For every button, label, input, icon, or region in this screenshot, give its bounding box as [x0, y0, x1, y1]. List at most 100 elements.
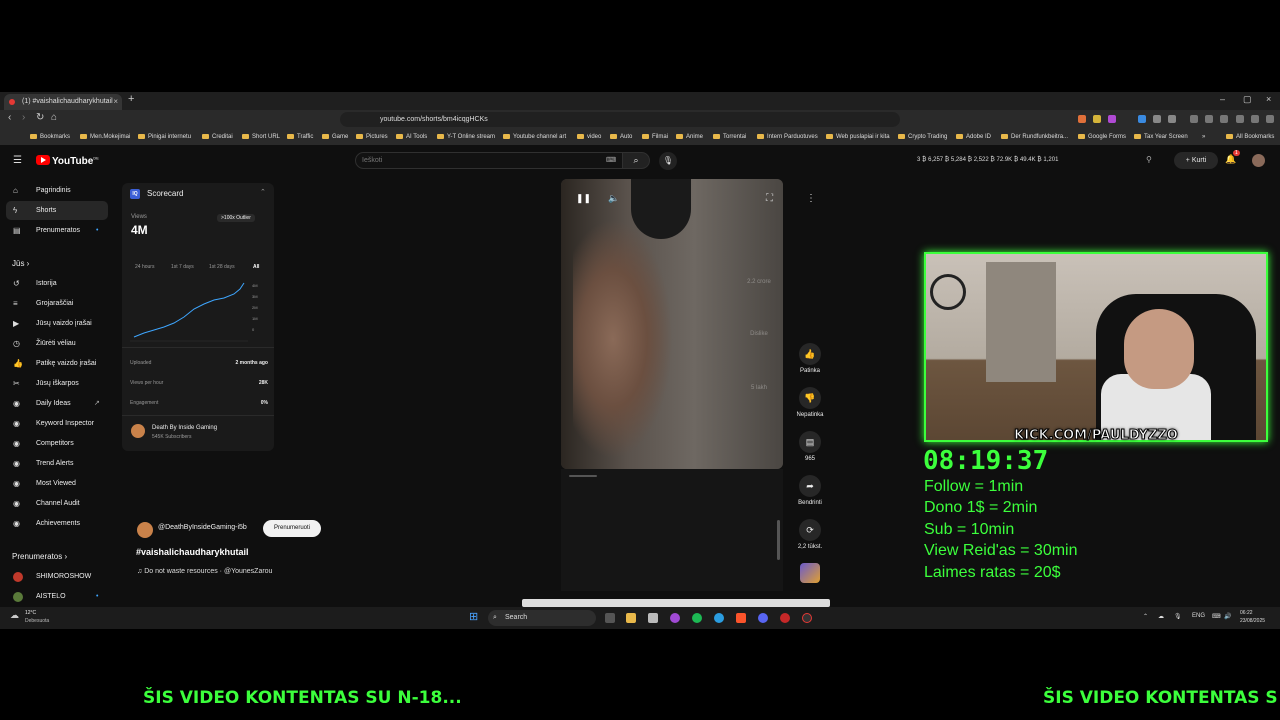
bookmark-item[interactable]: Bookmarks [30, 129, 70, 145]
bookmark-item[interactable]: Pinigai internetu [138, 129, 191, 145]
dislike-button[interactable]: 👎 Nepatinka [795, 387, 825, 418]
sidebar-sub-item[interactable]: SHIMOROSHOW [6, 567, 108, 586]
browser-tab[interactable]: (1) #vaishalichaudharykhutail × [4, 94, 122, 110]
bookmark-item[interactable]: Youtube channel art [503, 129, 566, 145]
channel-handle[interactable]: @DeathByInsideGaming-i5b [158, 524, 247, 531]
obs-icon[interactable] [802, 613, 812, 623]
remix-button[interactable]: ⟳ 2,2 tūkst. [795, 519, 825, 550]
bookmark-item[interactable]: Google Forms [1078, 129, 1126, 145]
bookmark-item[interactable]: Adobe ID [956, 129, 991, 145]
sound-thumbnail[interactable] [800, 563, 820, 583]
bookmark-item[interactable]: Torrentai [713, 129, 746, 145]
sidebar-item-channel-audit[interactable]: ◉ Channel Audit [6, 494, 108, 513]
sidebar-item-trend-alerts[interactable]: ◉ Trend Alerts [6, 454, 108, 473]
extension-icon[interactable] [1078, 115, 1086, 123]
volume-icon[interactable]: 🔊 [1224, 613, 1231, 620]
profile-icon[interactable] [1251, 115, 1259, 123]
range-all[interactable]: All [253, 264, 259, 270]
back-icon[interactable]: ‹ [8, 112, 11, 123]
scorecard-channel-name[interactable]: Death By Inside Gaming [152, 425, 217, 431]
sidebar-item-subscriptions[interactable]: ▤ Prenumeratos • [6, 221, 108, 240]
volume-icon[interactable]: 🔈 [608, 193, 619, 204]
fullscreen-icon[interactable]: ⛶ [766, 193, 773, 204]
all-bookmarks[interactable]: All Bookmarks [1226, 129, 1274, 145]
reload-icon[interactable]: ↻ [36, 112, 44, 123]
new-tab-button[interactable]: + [128, 93, 134, 105]
short-video-player[interactable]: ❚❚ 🔈 ⛶ 2.2 crore Dislike 5 lakh [561, 179, 783, 469]
forward-icon[interactable]: › [22, 112, 25, 123]
extension-icon[interactable] [1108, 115, 1116, 123]
bookmark-item[interactable]: Short URL [242, 129, 280, 145]
sidebar-item-watch-later[interactable]: ◷ Žiūrėti vėliau [6, 334, 108, 353]
extension-icon[interactable] [1153, 115, 1161, 123]
extension-icon[interactable] [1205, 115, 1213, 123]
range-7d[interactable]: 1st 7 days [171, 264, 194, 270]
channel-avatar[interactable] [137, 522, 153, 538]
store-icon[interactable] [648, 613, 658, 623]
bookmark-item[interactable]: Auto [610, 129, 632, 145]
bookmark-item[interactable]: Intern Parduotuves [757, 129, 818, 145]
extension-icon[interactable] [1220, 115, 1228, 123]
sidebar-item-most-viewed[interactable]: ◉ Most Viewed [6, 474, 108, 493]
sidebar-heading-you[interactable]: Jūs › [12, 259, 29, 268]
range-24h[interactable]: 24 hours [135, 264, 154, 270]
bookmark-item[interactable]: Anime [676, 129, 703, 145]
bookmark-item[interactable]: Creditai [202, 129, 233, 145]
bookmark-item[interactable]: Y-T Online stream [437, 129, 495, 145]
range-28d[interactable]: 1st 28 days [209, 264, 235, 270]
music-info[interactable]: ♫ Do not waste resources · @YounesZarou [137, 568, 272, 575]
bookmark-item[interactable]: Filmai [642, 129, 668, 145]
tray-overflow-icon[interactable]: ⌃ [1143, 613, 1148, 620]
extension-icon[interactable] [1138, 115, 1146, 123]
close-window-button[interactable]: × [1266, 94, 1271, 104]
minimize-button[interactable]: – [1220, 94, 1225, 104]
sidebar-item-competitors[interactable]: ◉ Competitors [6, 434, 108, 453]
create-button[interactable]: + Kurti [1174, 152, 1218, 169]
clock-time[interactable]: 06:22 [1240, 610, 1253, 616]
extension-icon[interactable] [1093, 115, 1101, 123]
clock-date[interactable]: 23/08/2025 [1240, 618, 1265, 624]
menu-icon[interactable]: ☰ [13, 155, 22, 166]
spotify-icon[interactable] [692, 613, 702, 623]
brave-icon[interactable] [736, 613, 746, 623]
bookmark-item[interactable]: Traffic [287, 129, 313, 145]
sidebar-item-history[interactable]: ↺ Istorija [6, 274, 108, 293]
address-bar[interactable]: youtube.com/shorts/bm4icqgHCKs [340, 112, 900, 127]
sidebar-item-keyword-inspector[interactable]: ◉ Keyword Inspector [6, 414, 108, 433]
cloud-icon[interactable]: ☁ [1158, 613, 1164, 620]
windows-start-icon[interactable]: ⊞ [469, 612, 478, 623]
youtube-logo[interactable]: YouTubeDE [36, 155, 99, 167]
next-video-preview[interactable] [522, 599, 830, 607]
taskbar-search[interactable]: ⌕ Search [488, 610, 596, 626]
language-indicator[interactable]: ENG [1192, 613, 1205, 619]
task-view-icon[interactable] [605, 613, 615, 623]
search-input[interactable]: Ieškoti ⌨ [355, 152, 623, 169]
sidebar-item-shorts[interactable]: ϟ Shorts [6, 201, 108, 220]
bookmark-item[interactable]: Men.Mokejimai [80, 129, 130, 145]
home-icon[interactable]: ⌂ [51, 112, 57, 123]
scrollbar[interactable] [777, 520, 780, 560]
more-bookmarks-icon[interactable]: » [1202, 129, 1205, 145]
sidebar-heading-subscriptions[interactable]: Prenumeratos › [12, 552, 67, 561]
sidebar-item-your-videos[interactable]: ▶ Jūsų vaizdo įrašai [6, 314, 108, 333]
app-icon[interactable] [780, 613, 790, 623]
sidebar-item-daily-ideas[interactable]: ◉ Daily Ideas ↗ [6, 394, 108, 413]
app-icon[interactable] [670, 613, 680, 623]
close-tab-icon[interactable]: × [113, 94, 118, 110]
bookmark-item[interactable]: AI Tools [396, 129, 427, 145]
sidebar-item-liked[interactable]: 👍 Patikę vaizdo įrašai [6, 354, 108, 373]
bookmark-item[interactable]: Tax Year Screen [1134, 129, 1188, 145]
bookmark-item[interactable]: Web puslapiai ir kita [826, 129, 890, 145]
maximize-button[interactable]: ▢ [1243, 94, 1252, 105]
voice-search-button[interactable]: 🎙 [659, 152, 677, 170]
bookmark-item[interactable]: Game [322, 129, 348, 145]
weather-icon[interactable]: ☁ [10, 610, 19, 621]
edge-icon[interactable] [714, 613, 724, 623]
more-options-icon[interactable]: ⋮ [806, 193, 816, 204]
bookmark-item[interactable]: video [577, 129, 601, 145]
sidebar-item-clips[interactable]: ✂ Jūsų iškarpos [6, 374, 108, 393]
sidebar-sub-item[interactable]: AISTELO • [6, 587, 108, 606]
avatar[interactable] [1252, 154, 1265, 167]
subscribe-button[interactable]: Prenumeruoti [263, 520, 321, 537]
sidebar-item-playlists[interactable]: ≡ Grojaraščiai [6, 294, 108, 313]
